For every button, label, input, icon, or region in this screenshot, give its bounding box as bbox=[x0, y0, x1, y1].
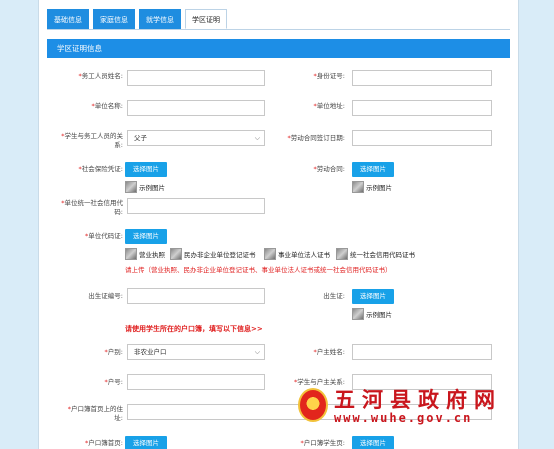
hukou-first-page-label: *户口簿首页: bbox=[85, 439, 123, 447]
relation-label: *学生与务工人员的关 系: bbox=[61, 132, 123, 149]
birth-cert-no-label: 出生证编号: bbox=[88, 292, 123, 300]
social-security-label: *社会保险凭证: bbox=[78, 165, 123, 173]
upload-note: 请上传（营业执照、民办非企业单位登记证书、事业单位法人证书或统一社会信用代码证书… bbox=[125, 266, 392, 274]
relation-select[interactable]: 父子 ⌵ bbox=[127, 130, 265, 146]
unit-address-input[interactable] bbox=[352, 100, 492, 116]
social-security-sample[interactable]: 示例图片 bbox=[125, 181, 165, 193]
chevron-down-icon: ⌵ bbox=[254, 134, 260, 142]
hukou-no-input[interactable] bbox=[127, 374, 265, 390]
unit-name-label: *单位名称: bbox=[91, 102, 123, 110]
image-thumbnail-icon bbox=[264, 248, 276, 260]
householder-name-label: *户主姓名: bbox=[313, 348, 345, 356]
watermark-url: www.wuhe.gov.cn bbox=[334, 411, 473, 425]
sample-public-institution[interactable]: 事业单位法人证书 bbox=[264, 248, 330, 260]
image-thumbnail-icon bbox=[125, 181, 137, 193]
birth-cert-label: 出生证: bbox=[323, 292, 345, 300]
sample-unified-credit[interactable]: 统一社会信用代码证书 bbox=[336, 248, 415, 260]
labor-contract-select-button[interactable]: 选择图片 bbox=[352, 162, 394, 177]
tab-district-proof[interactable]: 学区证明 bbox=[185, 9, 227, 29]
birth-cert-select-button[interactable]: 选择图片 bbox=[352, 289, 394, 304]
worker-name-input[interactable] bbox=[127, 70, 265, 86]
image-thumbnail-icon bbox=[352, 181, 364, 193]
id-number-input[interactable] bbox=[352, 70, 492, 86]
image-thumbnail-icon bbox=[170, 248, 182, 260]
image-thumbnail-icon bbox=[336, 248, 348, 260]
unit-name-input[interactable] bbox=[127, 100, 265, 116]
hukou-first-page-select-button[interactable]: 选择图片 bbox=[125, 436, 167, 449]
sample-private-nonenterprise[interactable]: 民办非企业单位登记证书 bbox=[170, 248, 256, 260]
tab-bar: 基础信息 家庭信息 就学信息 学区证明 bbox=[47, 9, 227, 29]
chevron-down-icon: ⌵ bbox=[254, 348, 260, 356]
hukou-no-label: *户号: bbox=[104, 378, 123, 386]
national-emblem-icon bbox=[298, 388, 328, 422]
form-page: 基础信息 家庭信息 就学信息 学区证明 学区证明信息 *务工人员姓名: *身份证… bbox=[38, 0, 519, 449]
hukou-student-page-select-button[interactable]: 选择图片 bbox=[352, 436, 394, 449]
unit-address-label: *单位地址: bbox=[313, 102, 345, 110]
image-thumbnail-icon bbox=[352, 308, 364, 320]
contract-date-label: *劳动合同签订日期: bbox=[287, 134, 345, 142]
hukou-student-page-label: *户口簿学生页: bbox=[300, 439, 345, 447]
hukou-address-label: *户口簿首页上的住 址: bbox=[67, 405, 123, 422]
labor-contract-label: *劳动合同: bbox=[313, 165, 345, 173]
section-title: 学区证明信息 bbox=[47, 39, 510, 58]
image-thumbnail-icon bbox=[125, 248, 137, 260]
hukou-note: 请使用学生所在的户口簿，填写以下信息>> bbox=[125, 325, 263, 333]
worker-name-label: *务工人员姓名: bbox=[78, 72, 123, 80]
tab-divider bbox=[47, 29, 510, 30]
tab-basic-info[interactable]: 基础信息 bbox=[47, 9, 89, 29]
watermark-title: 五河县政府网 bbox=[334, 387, 502, 412]
credit-code-label: *单位统一社会信用代 码: bbox=[61, 199, 123, 216]
householder-name-input[interactable] bbox=[352, 344, 492, 360]
unit-cert-select-button[interactable]: 选择图片 bbox=[125, 229, 167, 244]
hukou-type-label: *户别: bbox=[104, 348, 123, 356]
hukou-type-select[interactable]: 非农业户口 ⌵ bbox=[127, 344, 265, 360]
sample-business-license[interactable]: 营业执照 bbox=[125, 248, 165, 260]
id-number-label: *身份证号: bbox=[313, 72, 345, 80]
social-security-select-button[interactable]: 选择图片 bbox=[125, 162, 167, 177]
site-watermark: 五河县政府网 www.wuhe.gov.cn bbox=[298, 384, 512, 428]
birth-cert-sample[interactable]: 示例图片 bbox=[352, 308, 392, 320]
tab-schooling-info[interactable]: 就学信息 bbox=[139, 9, 181, 29]
unit-cert-label: *单位代码证: bbox=[85, 232, 123, 240]
tab-family-info[interactable]: 家庭信息 bbox=[93, 9, 135, 29]
labor-contract-sample[interactable]: 示例图片 bbox=[352, 181, 392, 193]
birth-cert-no-input[interactable] bbox=[127, 288, 265, 304]
contract-date-input[interactable] bbox=[352, 130, 492, 146]
credit-code-input[interactable] bbox=[127, 198, 265, 214]
